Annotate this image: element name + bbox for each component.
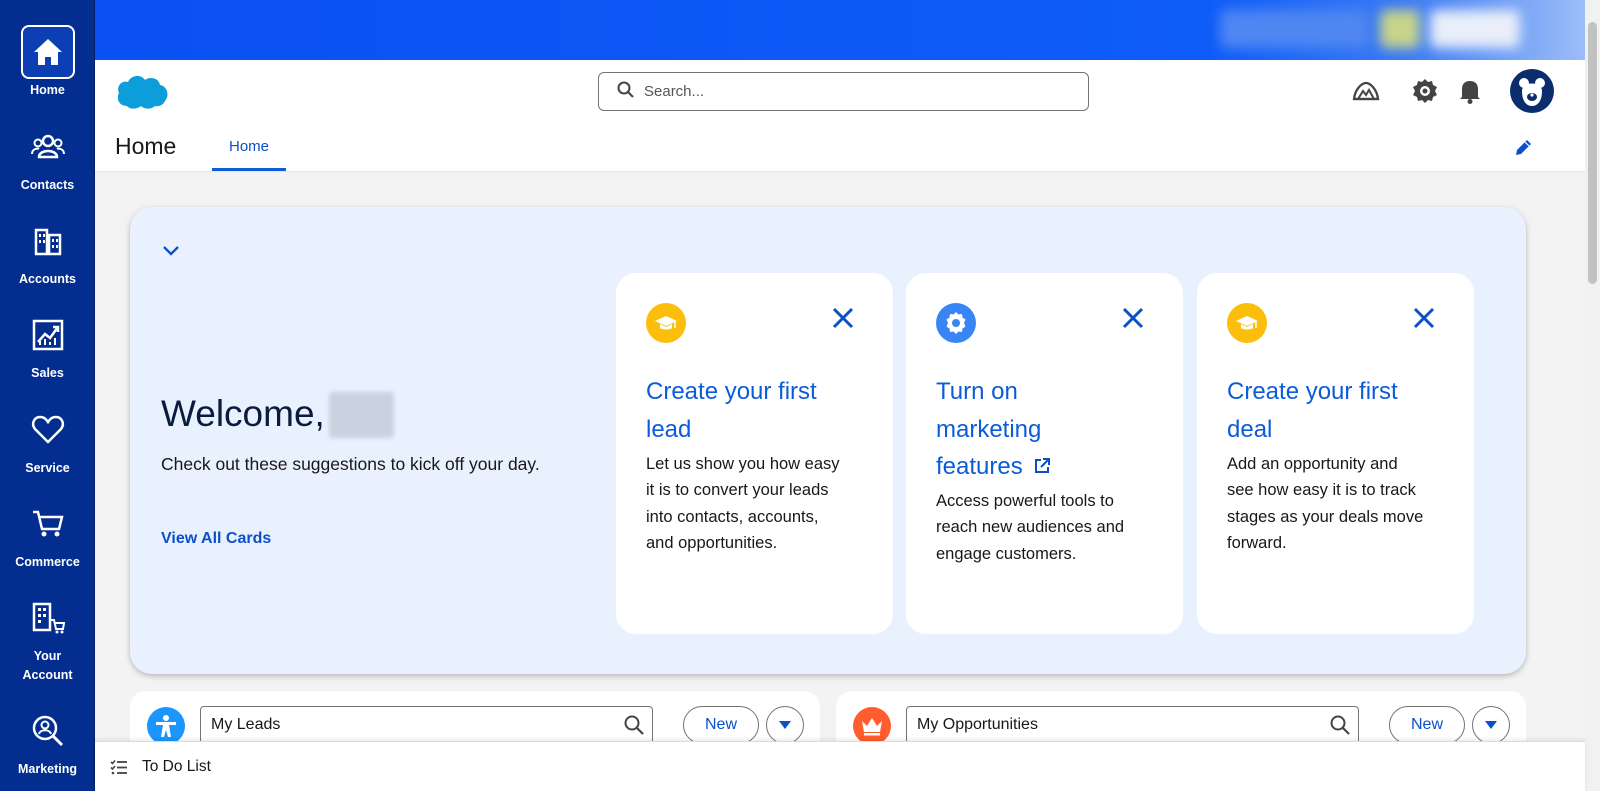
caret-down-icon [779,721,791,729]
card-description: Let us show you how easy it is to conver… [646,455,840,552]
contacts-icon [21,120,75,174]
nav-label: Commerce [15,555,80,569]
your-account-icon [21,591,75,645]
welcome-panel: Welcome, Check out these suggestions to … [130,207,1526,674]
scrollbar-thumb[interactable] [1588,22,1597,284]
nav-label: Home [30,83,65,97]
global-search[interactable] [598,72,1089,111]
trailhead-icon[interactable] [1351,76,1381,106]
list-view-picker[interactable]: My Opportunities [906,706,1359,744]
graduation-cap-icon [1227,303,1267,343]
nav-label: Marketing [17,762,78,776]
caret-down-icon [1485,721,1497,729]
search-icon [617,81,634,103]
close-icon[interactable] [1118,303,1148,333]
close-icon[interactable] [1409,303,1439,333]
welcome-subtitle: Check out these suggestions to kick off … [161,454,540,474]
list-view-name: My Leads [211,716,281,733]
nav-item-sales[interactable]: Sales [0,308,94,383]
suggestion-card: Turn on marketing features Access powerf… [906,273,1183,634]
nav-label: Service [25,461,70,475]
opportunities-dropdown-button[interactable] [1472,706,1510,744]
close-icon[interactable] [828,303,858,333]
list-view-name: My Opportunities [917,716,1038,733]
nav-item-home[interactable]: Home [0,25,94,100]
commerce-icon [21,497,75,551]
page-title: Home [115,133,177,159]
page-scrollbar[interactable] [1585,0,1600,791]
nav-label: Accounts [19,272,76,286]
nav-label: Your Account [22,649,73,682]
card-description: Add an opportunity and see how easy it i… [1227,455,1424,552]
global-header: Home Home [95,60,1585,172]
home-icon [20,25,75,79]
crown-icon [853,707,891,745]
new-lead-button[interactable]: New [683,706,759,744]
notification-bell-icon[interactable] [1455,76,1485,106]
search-icon [1330,715,1350,740]
bear-avatar-icon [1519,78,1545,106]
nav-item-accounts[interactable]: Accounts [0,214,94,289]
accounts-icon [21,214,75,268]
top-banner [95,0,1585,60]
sales-icon [21,308,75,362]
card-title-link[interactable]: Turn on marketing features [936,373,1086,486]
welcome-heading: Welcome, [161,393,325,434]
marketing-icon [21,704,75,758]
nav-label: Sales [31,366,64,380]
app-nav-rail: Home Contacts Accounts Sales Service Com… [0,0,95,791]
nav-item-service[interactable]: Service [0,403,94,478]
edit-page-pencil-icon[interactable] [1513,138,1535,160]
card-title-link[interactable]: Create your first deal [1227,373,1427,448]
user-avatar[interactable] [1510,69,1554,113]
nav-label: Contacts [20,178,75,192]
tab-home[interactable]: Home [212,133,286,171]
to-do-list-bar[interactable]: To Do List [95,741,1585,791]
search-input[interactable] [644,83,1064,100]
checklist-icon [110,759,128,780]
graduation-cap-icon [646,303,686,343]
to-do-list-label: To Do List [142,758,211,775]
gear-icon [936,303,976,343]
suggestion-card: Create your first lead Let us show you h… [616,273,893,634]
nav-item-marketing[interactable]: Marketing [0,704,94,779]
card-description: Access powerful tools to reach new audie… [936,492,1125,563]
search-icon [624,715,644,740]
list-view-picker[interactable]: My Leads [200,706,653,744]
nav-item-commerce[interactable]: Commerce [0,497,94,572]
service-icon [21,403,75,457]
new-opportunity-button[interactable]: New [1389,706,1465,744]
card-title-text: Turn on marketing features [936,378,1042,480]
cloud-logo-icon[interactable] [115,72,169,115]
leads-dropdown-button[interactable] [766,706,804,744]
setup-gear-icon[interactable] [1410,76,1440,106]
chevron-down-icon[interactable] [160,239,182,261]
suggestion-card: Create your first deal Add an opportunit… [1197,273,1474,634]
redacted-user-name [329,392,394,438]
card-title-link[interactable]: Create your first lead [646,373,846,448]
external-link-icon [1033,449,1051,487]
view-all-cards-link[interactable]: View All Cards [161,530,271,548]
nav-item-your-account[interactable]: Your Account [0,591,94,685]
nav-item-contacts[interactable]: Contacts [0,120,94,195]
lead-icon [147,707,185,745]
